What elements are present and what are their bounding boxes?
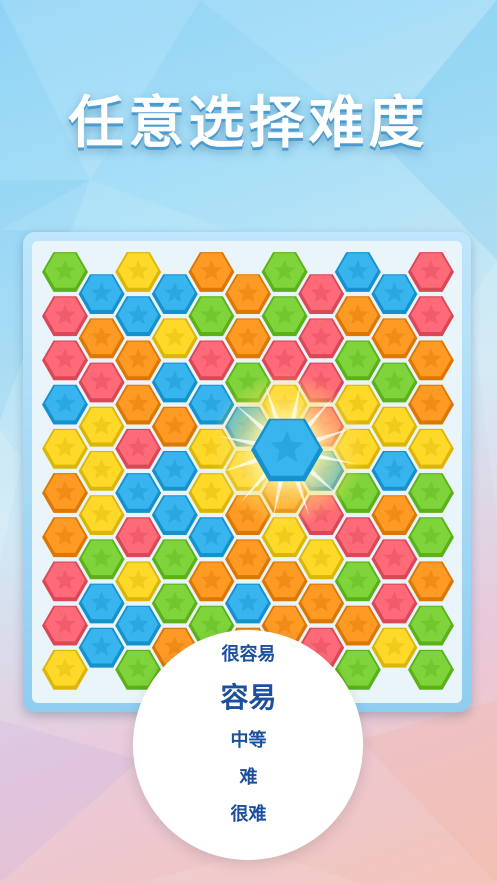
hex-tile-yellow[interactable]	[115, 561, 162, 602]
hex-tile-blue[interactable]	[115, 296, 162, 337]
option-very-easy[interactable]: 很容易	[0, 640, 497, 666]
hex-tile-blue[interactable]	[151, 451, 198, 491]
hex-tile-green[interactable]	[78, 539, 125, 580]
hex-tile-blue[interactable]	[371, 451, 418, 491]
hex-tile-red[interactable]	[408, 296, 454, 337]
hex-tile-red[interactable]	[78, 362, 125, 403]
hex-tile-orange[interactable]	[408, 384, 454, 425]
hex-tile-red[interactable]	[408, 252, 454, 292]
hex-tile-red[interactable]	[42, 296, 88, 337]
hex-tile-green[interactable]	[151, 583, 198, 624]
hex-tile-orange[interactable]	[42, 473, 88, 513]
hex-tile-orange[interactable]	[261, 561, 308, 602]
hex-tile-green[interactable]	[261, 296, 308, 337]
option-hard[interactable]: 难	[0, 763, 497, 789]
hex-tile-blue[interactable]	[225, 583, 271, 624]
hex-tile-orange[interactable]	[408, 561, 454, 602]
hex-tile-yellow[interactable]	[298, 539, 345, 580]
hex-tile-yellow[interactable]	[151, 318, 198, 359]
hex-tile-green[interactable]	[261, 252, 308, 292]
hex-tile-yellow[interactable]	[78, 451, 125, 491]
hex-tile-green[interactable]	[42, 252, 88, 292]
hex-tile-blue[interactable]	[151, 495, 198, 535]
hex-tile-red[interactable]	[371, 583, 418, 624]
hex-tile-yellow[interactable]	[408, 428, 454, 469]
hex-tile-blue[interactable]	[188, 517, 235, 558]
hex-tile-blue[interactable]	[371, 274, 418, 314]
hex-tile-orange[interactable]	[115, 384, 162, 425]
hex-tile-red[interactable]	[188, 340, 235, 381]
hex-tile-red[interactable]	[334, 517, 381, 558]
hex-tile-yellow[interactable]	[42, 428, 88, 469]
hex-tile-orange[interactable]	[188, 252, 235, 292]
hex-tile-green[interactable]	[151, 539, 198, 580]
hex-tile-green[interactable]	[371, 362, 418, 403]
hex-tile-orange[interactable]	[408, 340, 454, 381]
hex-tile-orange[interactable]	[151, 406, 198, 447]
hex-tile-yellow[interactable]	[371, 406, 418, 447]
hex-tile-blue[interactable]	[151, 274, 198, 314]
option-easy-selected[interactable]: 容易	[0, 676, 497, 716]
hex-tile-red[interactable]	[298, 318, 345, 359]
hex-tile-red[interactable]	[42, 561, 88, 602]
hex-tile-red[interactable]	[371, 539, 418, 580]
hex-tile-orange[interactable]	[115, 340, 162, 381]
hex-tile-red[interactable]	[298, 274, 345, 314]
hex-tile-orange[interactable]	[188, 561, 235, 602]
hex-tile-blue[interactable]	[78, 274, 125, 314]
hex-tile-yellow[interactable]	[78, 495, 125, 535]
hex-tile-orange[interactable]	[371, 318, 418, 359]
hex-tile-green[interactable]	[334, 561, 381, 602]
hex-tile-green[interactable]	[334, 340, 381, 381]
hex-tile-orange[interactable]	[42, 517, 88, 558]
option-very-hard[interactable]: 很难	[0, 800, 497, 826]
hex-tile-yellow[interactable]	[78, 406, 125, 447]
hex-tile-green[interactable]	[188, 296, 235, 337]
hex-tile-orange[interactable]	[371, 495, 418, 535]
hex-tile-orange[interactable]	[225, 274, 271, 314]
hex-tile-green[interactable]	[408, 517, 454, 558]
hex-tile-orange[interactable]	[225, 539, 271, 580]
option-medium[interactable]: 中等	[0, 726, 497, 752]
hex-tile-orange[interactable]	[334, 296, 381, 337]
hex-tile-blue[interactable]	[151, 362, 198, 403]
hex-tile-blue[interactable]	[42, 384, 88, 425]
hex-tile-red[interactable]	[42, 340, 88, 381]
hex-tile-blue[interactable]	[78, 583, 125, 624]
hex-tile-green[interactable]	[408, 473, 454, 513]
hex-tile-orange[interactable]	[298, 583, 345, 624]
hex-tile-red[interactable]	[115, 428, 162, 469]
hex-tile-blue[interactable]	[115, 473, 162, 513]
hex-tile-orange[interactable]	[225, 318, 271, 359]
hex-tile-red[interactable]	[115, 517, 162, 558]
hex-tile-blue[interactable]	[334, 252, 381, 292]
hex-tile-orange[interactable]	[78, 318, 125, 359]
hex-tile-yellow[interactable]	[115, 252, 162, 292]
